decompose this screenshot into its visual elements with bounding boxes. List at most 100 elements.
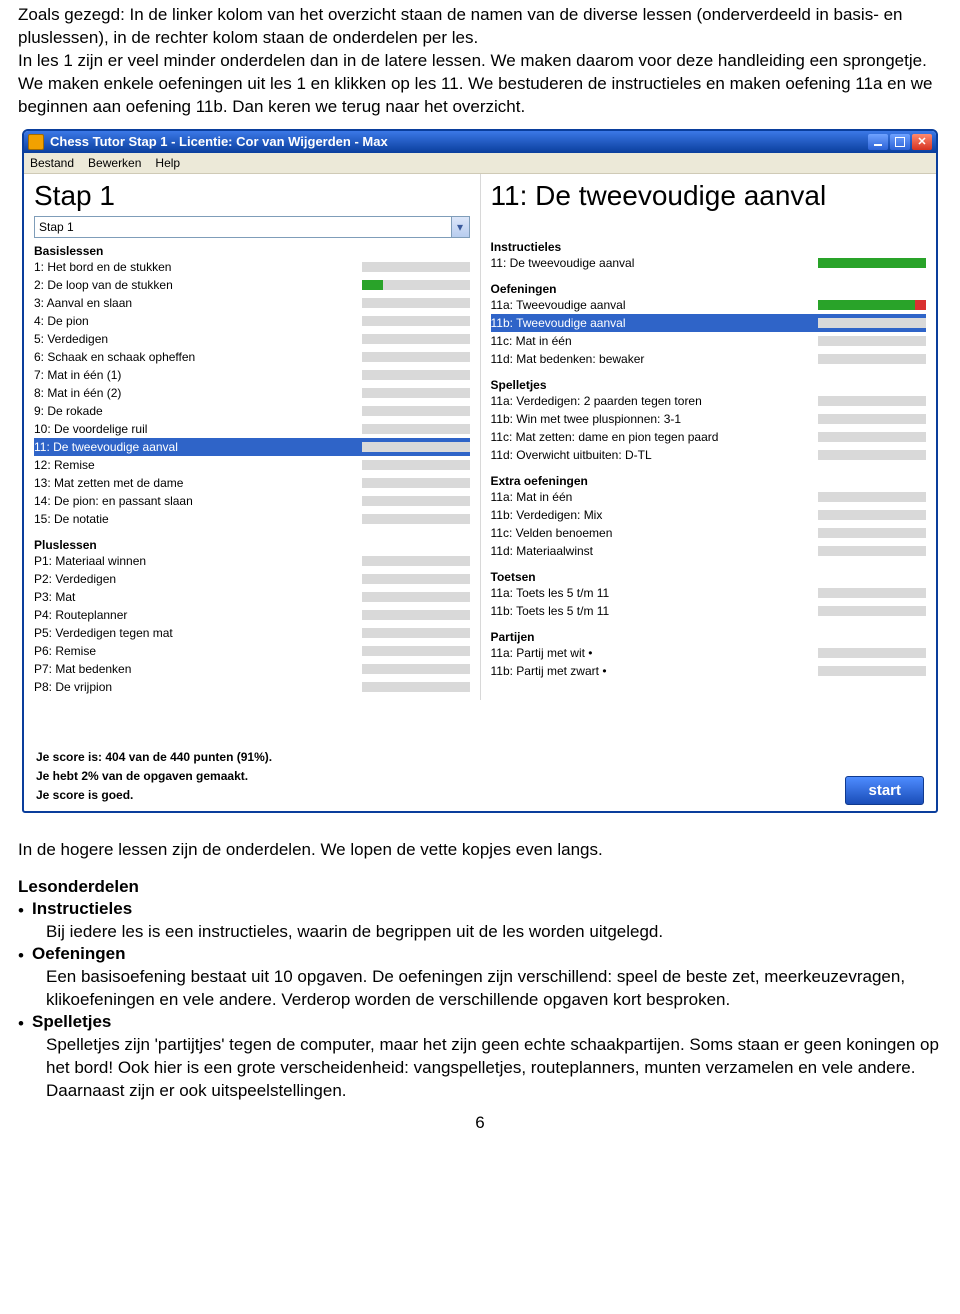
plus-heading: Pluslessen bbox=[34, 538, 470, 552]
extra-row[interactable]: 11d: Materiaalwinst bbox=[491, 542, 927, 560]
plus-lesson-row[interactable]: P4: Routeplanner bbox=[34, 606, 470, 624]
row-label: 11a: Mat in één bbox=[491, 488, 813, 506]
menu-help[interactable]: Help bbox=[155, 156, 180, 170]
basis-lesson-row[interactable]: 10: De voordelige ruil bbox=[34, 420, 470, 438]
basis-lesson-row[interactable]: 13: Mat zetten met de dame bbox=[34, 474, 470, 492]
row-label: 9: De rokade bbox=[34, 402, 356, 420]
row-label: 13: Mat zetten met de dame bbox=[34, 474, 356, 492]
menu-bar: Bestand Bewerken Help bbox=[24, 153, 936, 174]
plus-lesson-row[interactable]: P1: Materiaal winnen bbox=[34, 552, 470, 570]
spelletje-row[interactable]: 11b: Win met twee pluspionnen: 3-1 bbox=[491, 410, 927, 428]
oefening-row[interactable]: 11d: Mat bedenken: bewaker bbox=[491, 350, 927, 368]
progress-bar bbox=[818, 318, 926, 328]
basis-lesson-row[interactable]: 11: De tweevoudige aanval bbox=[34, 438, 470, 456]
step-dropdown[interactable]: Stap 1 ▾ bbox=[34, 216, 470, 238]
instructieles-row[interactable]: 11: De tweevoudige aanval bbox=[491, 254, 927, 272]
plus-lesson-row[interactable]: P5: Verdedigen tegen mat bbox=[34, 624, 470, 642]
spelletje-row[interactable]: 11d: Overwicht uitbuiten: D-TL bbox=[491, 446, 927, 464]
right-heading: 11: De tweevoudige aanval bbox=[491, 180, 927, 212]
row-label: P2: Verdedigen bbox=[34, 570, 356, 588]
plus-lesson-row[interactable]: P2: Verdedigen bbox=[34, 570, 470, 588]
menu-edit[interactable]: Bewerken bbox=[88, 156, 141, 170]
toets-row[interactable]: 11a: Toets les 5 t/m 11 bbox=[491, 584, 927, 602]
row-label: 8: Mat in één (2) bbox=[34, 384, 356, 402]
oefening-row[interactable]: 11c: Mat in één bbox=[491, 332, 927, 350]
progress-bar bbox=[362, 424, 470, 434]
start-button[interactable]: start bbox=[845, 776, 924, 805]
basis-lesson-row[interactable]: 15: De notatie bbox=[34, 510, 470, 528]
basis-lesson-row[interactable]: 4: De pion bbox=[34, 312, 470, 330]
basis-lesson-row[interactable]: 14: De pion: en passant slaan bbox=[34, 492, 470, 510]
app-window: Chess Tutor Stap 1 - Licentie: Cor van W… bbox=[22, 129, 938, 814]
extra-row[interactable]: 11b: Verdedigen: Mix bbox=[491, 506, 927, 524]
progress-bar bbox=[818, 258, 926, 268]
close-button[interactable] bbox=[912, 134, 932, 150]
toets-row[interactable]: 11b: Toets les 5 t/m 11 bbox=[491, 602, 927, 620]
maximize-button[interactable] bbox=[890, 134, 910, 150]
basis-lesson-row[interactable]: 1: Het bord en de stukken bbox=[34, 258, 470, 276]
progress-bar bbox=[362, 334, 470, 344]
menu-file[interactable]: Bestand bbox=[30, 156, 74, 170]
bullet-spelletjes: Spelletjes bbox=[32, 1012, 942, 1034]
progress-bar bbox=[818, 588, 926, 598]
progress-text: Je hebt 2% van de opgaven gemaakt. bbox=[36, 767, 845, 786]
progress-bar bbox=[362, 352, 470, 362]
partij-row[interactable]: 11a: Partij met wit • bbox=[491, 644, 927, 662]
plus-lesson-row[interactable]: P7: Mat bedenken bbox=[34, 660, 470, 678]
oefeningen-heading: Oefeningen bbox=[491, 282, 927, 296]
right-column: 11: De tweevoudige aanval Instructieles … bbox=[481, 174, 937, 700]
progress-bar bbox=[818, 336, 926, 346]
partijen-heading: Partijen bbox=[491, 630, 927, 644]
basis-lesson-row[interactable]: 6: Schaak en schaak opheffen bbox=[34, 348, 470, 366]
progress-bar bbox=[362, 406, 470, 416]
progress-bar bbox=[362, 316, 470, 326]
spelletje-row[interactable]: 11a: Verdedigen: 2 paarden tegen toren bbox=[491, 392, 927, 410]
row-label: 1: Het bord en de stukken bbox=[34, 258, 356, 276]
progress-bar bbox=[362, 556, 470, 566]
progress-bar bbox=[362, 646, 470, 656]
row-label: 11c: Mat in één bbox=[491, 332, 813, 350]
basis-lesson-row[interactable]: 9: De rokade bbox=[34, 402, 470, 420]
oefening-row[interactable]: 11a: Tweevoudige aanval bbox=[491, 296, 927, 314]
toetsen-heading: Toetsen bbox=[491, 570, 927, 584]
rating-text: Je score is goed. bbox=[36, 786, 845, 805]
plus-lesson-row[interactable]: P6: Remise bbox=[34, 642, 470, 660]
progress-bar bbox=[818, 510, 926, 520]
progress-bar bbox=[818, 648, 926, 658]
spelletje-row[interactable]: 11c: Mat zetten: dame en pion tegen paar… bbox=[491, 428, 927, 446]
basis-lesson-row[interactable]: 2: De loop van de stukken bbox=[34, 276, 470, 294]
progress-bar bbox=[362, 610, 470, 620]
intro-paragraph-1: Zoals gezegd: In de linker kolom van het… bbox=[18, 4, 942, 50]
minimize-button[interactable] bbox=[868, 134, 888, 150]
basis-lesson-row[interactable]: 5: Verdedigen bbox=[34, 330, 470, 348]
row-label: 7: Mat in één (1) bbox=[34, 366, 356, 384]
left-column: Stap 1 Stap 1 ▾ Basislessen 1: Het bord … bbox=[24, 174, 481, 700]
row-label: P4: Routeplanner bbox=[34, 606, 356, 624]
partij-row[interactable]: 11b: Partij met zwart • bbox=[491, 662, 927, 680]
extra-row[interactable]: 11a: Mat in één bbox=[491, 488, 927, 506]
progress-bar bbox=[818, 450, 926, 460]
plus-lesson-row[interactable]: P8: De vrijpion bbox=[34, 678, 470, 696]
extra-row[interactable]: 11c: Velden benoemen bbox=[491, 524, 927, 542]
row-label: 11d: Materiaalwinst bbox=[491, 542, 813, 560]
after-paragraph: In de hogere lessen zijn de onderdelen. … bbox=[18, 839, 942, 862]
page-number: 6 bbox=[18, 1113, 942, 1133]
basis-lesson-row[interactable]: 3: Aanval en slaan bbox=[34, 294, 470, 312]
basis-lesson-row[interactable]: 7: Mat in één (1) bbox=[34, 366, 470, 384]
row-label: 11b: Toets les 5 t/m 11 bbox=[491, 602, 813, 620]
row-label: P1: Materiaal winnen bbox=[34, 552, 356, 570]
left-heading: Stap 1 bbox=[34, 180, 470, 212]
progress-bar bbox=[818, 606, 926, 616]
basis-lesson-row[interactable]: 8: Mat in één (2) bbox=[34, 384, 470, 402]
row-label: P7: Mat bedenken bbox=[34, 660, 356, 678]
plus-lesson-row[interactable]: P3: Mat bbox=[34, 588, 470, 606]
progress-bar bbox=[818, 354, 926, 364]
oefening-row[interactable]: 11b: Tweevoudige aanval bbox=[491, 314, 927, 332]
bullet-spelletjes-text: Spelletjes zijn 'partijtjes' tegen de co… bbox=[46, 1034, 942, 1103]
title-bar: Chess Tutor Stap 1 - Licentie: Cor van W… bbox=[24, 131, 936, 153]
spelletjes-heading: Spelletjes bbox=[491, 378, 927, 392]
basis-lesson-row[interactable]: 12: Remise bbox=[34, 456, 470, 474]
progress-bar bbox=[362, 442, 470, 452]
row-label: 11: De tweevoudige aanval bbox=[491, 254, 813, 272]
progress-bar bbox=[818, 546, 926, 556]
